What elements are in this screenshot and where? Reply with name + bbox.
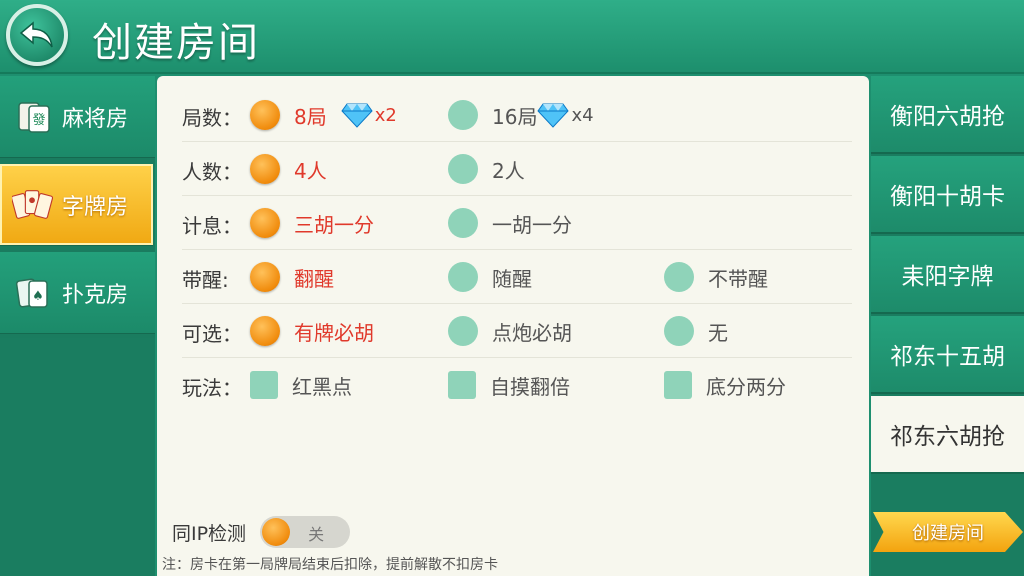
option-label: 点炮必胡 [492,320,572,345]
optional-option-2[interactable]: 点炮必胡 [448,314,572,348]
game-list-sidebar: 衡阳六胡抢 衡阳十胡卡 耒阳字牌 祁东十五胡 祁东六胡抢 创建房间 [871,76,1024,576]
option-label: 随醒 [492,266,532,291]
radio-selected[interactable] [250,208,280,238]
ip-check-label: 同IP检测 [172,522,247,545]
radio-selected[interactable] [250,262,280,292]
sidebar-item-mahjong[interactable]: 發 麻将房 [0,76,155,158]
game-tab-qidong-shiwuhu[interactable]: 祁东十五胡 [871,316,1024,394]
scoring-option-1[interactable]: 三胡一分 [250,206,374,240]
checkbox[interactable] [250,371,278,399]
diamond-icon [537,102,570,128]
sidebar-item-label: 字牌房 [62,194,129,220]
mahjong-tile-icon: 發 [12,99,54,135]
svg-text:♠: ♠ [32,289,44,304]
options-panel: 局数： 8局 x2 16局 x4 人数： 4人 2人 计息： 三胡一分 一胡一分… [157,76,869,576]
option-label: 8局 [294,104,327,129]
poker-cards-icon: ♠ [12,275,54,311]
players-row: 人数： 4人 2人 [182,142,852,196]
room-type-sidebar: 發 麻将房 字牌房 ♠ 扑克房 [0,76,155,576]
option-label: 自摸翻倍 [490,374,570,399]
checkbox[interactable] [664,371,692,399]
back-button[interactable] [6,4,68,66]
ip-check-toggle[interactable]: 关 [260,516,351,548]
scoring-option-2[interactable]: 一胡一分 [448,206,572,240]
xing-row: 带醒: 翻醒 随醒 不带醒 [182,250,852,304]
option-label: 翻醒 [294,266,334,291]
create-room-button[interactable]: 创建房间 [873,512,1023,552]
option-label: 不带醒 [708,266,768,291]
option-label: 2人 [492,158,525,183]
option-label: 无 [708,320,728,345]
radio-unselected[interactable] [448,316,478,346]
radio-unselected[interactable] [448,154,478,184]
radio-unselected[interactable] [664,262,694,292]
sidebar-item-label: 扑克房 [62,282,129,308]
page-title: 创建房间 [92,20,260,66]
option-label: 一胡一分 [492,212,572,237]
room-card-note: 注：房卡在第一局牌局结束后扣除，提前解散不扣房卡 [162,557,498,573]
option-label: 底分两分 [706,374,786,399]
option-label: 红黑点 [292,374,352,399]
radio-unselected[interactable] [448,100,478,130]
rounds-option-16[interactable]: 16局 x4 [448,98,594,132]
rules-row: 玩法： 红黑点 自摸翻倍 底分两分 [182,358,852,412]
checkbox[interactable] [448,371,476,399]
multiplier-text: x4 [571,104,594,126]
optional-option-3[interactable]: 无 [664,314,728,348]
optional-row: 可选： 有牌必胡 点炮必胡 无 [182,304,852,358]
radio-unselected[interactable] [448,208,478,238]
rules-option-3[interactable]: 底分两分 [664,368,786,402]
rules-label: 玩法： [182,376,242,400]
multiplier-text: x2 [374,104,397,126]
sidebar-item-label: 麻将房 [62,106,129,132]
optional-option-1[interactable]: 有牌必胡 [250,314,374,348]
rules-option-1[interactable]: 红黑点 [250,368,352,402]
game-tab-qidong-liuhuqiang[interactable]: 祁东六胡抢 [871,396,1024,474]
sidebar-item-poker[interactable]: ♠ 扑克房 [0,252,155,334]
sidebar-empty-area [0,338,155,576]
svg-text:發: 發 [32,113,45,128]
xing-option-2[interactable]: 随醒 [448,260,532,294]
option-label: 有牌必胡 [294,320,374,345]
radio-selected[interactable] [250,154,280,184]
rounds-option-8[interactable]: 8局 x2 [250,98,397,132]
toggle-state-text: 关 [308,525,325,544]
option-label: 16局 [492,104,538,129]
players-option-2[interactable]: 2人 [448,152,525,186]
diamond-icon [341,102,373,128]
optional-label: 可选： [182,322,242,346]
radio-selected[interactable] [250,316,280,346]
xing-option-1[interactable]: 翻醒 [250,260,334,294]
radio-unselected[interactable] [664,316,694,346]
option-label: 4人 [294,158,327,183]
radio-unselected[interactable] [448,262,478,292]
rounds-row: 局数： 8局 x2 16局 x4 [182,88,852,142]
rounds-label: 局数： [182,106,242,130]
xing-option-3[interactable]: 不带醒 [664,260,768,294]
radio-selected[interactable] [250,100,280,130]
game-tab-leiyang-zipai[interactable]: 耒阳字牌 [871,236,1024,314]
game-tab-hengyang-shihuka[interactable]: 衡阳十胡卡 [871,156,1024,234]
zipai-cards-icon [12,187,54,223]
option-label: 三胡一分 [294,212,374,237]
scoring-row: 计息： 三胡一分 一胡一分 [182,196,852,250]
header-bar: 创建房间 [0,0,1024,74]
xing-label: 带醒: [182,268,229,292]
players-option-4[interactable]: 4人 [250,152,327,186]
rules-option-2[interactable]: 自摸翻倍 [448,368,570,402]
game-tab-hengyang-liuhuqiang[interactable]: 衡阳六胡抢 [871,76,1024,154]
sidebar-item-zipai[interactable]: 字牌房 [0,164,153,246]
back-arrow-icon [19,21,53,48]
toggle-knob [262,518,291,546]
scoring-label: 计息： [182,214,242,238]
players-label: 人数： [182,160,242,184]
ip-check-row: 同IP检测 关 [172,516,351,548]
